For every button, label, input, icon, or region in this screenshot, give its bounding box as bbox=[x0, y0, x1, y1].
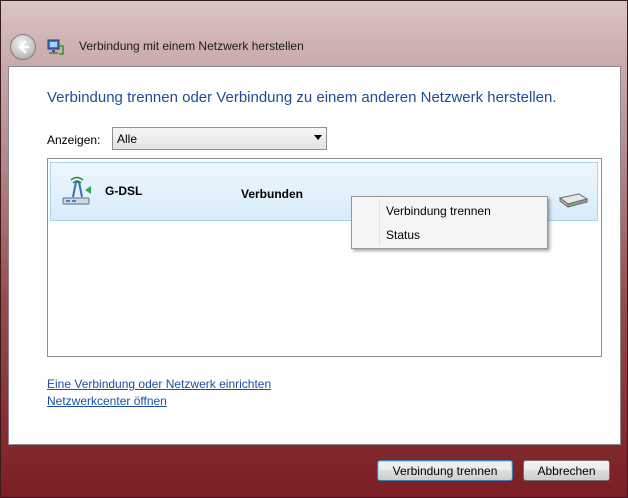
context-menu: Verbindung trennen Status bbox=[351, 196, 548, 249]
title-bar: Verbindung mit einem Netzwerk herstellen bbox=[1, 1, 627, 65]
window-frame: Verbindung mit einem Netzwerk herstellen… bbox=[0, 0, 628, 498]
show-label: Anzeigen: bbox=[47, 133, 101, 147]
modem-icon bbox=[558, 193, 589, 208]
back-button[interactable] bbox=[10, 34, 36, 60]
chevron-down-icon bbox=[314, 135, 322, 140]
context-menu-item-disconnect[interactable]: Verbindung trennen bbox=[386, 204, 491, 218]
content-panel: Verbindung trennen oder Verbindung zu ei… bbox=[8, 66, 621, 445]
setup-connection-link[interactable]: Eine Verbindung oder Netzwerk einrichten bbox=[47, 377, 271, 391]
show-filter-value: Alle bbox=[117, 132, 138, 146]
connection-status: Verbunden bbox=[241, 187, 304, 201]
connection-name: G-DSL bbox=[105, 184, 143, 198]
show-filter-dropdown[interactable]: Alle bbox=[112, 127, 327, 150]
arrow-left-icon bbox=[18, 40, 30, 54]
page-heading: Verbindung trennen oder Verbindung zu ei… bbox=[47, 89, 557, 106]
network-center-link[interactable]: Netzwerkcenter öffnen bbox=[47, 394, 167, 408]
cancel-button[interactable]: Abbrechen bbox=[523, 460, 610, 481]
network-icon bbox=[47, 39, 64, 55]
network-list: G-DSL Verbunden bbox=[47, 158, 602, 357]
dialup-connection-icon bbox=[62, 176, 91, 205]
window-title: Verbindung mit einem Netzwerk herstellen bbox=[79, 39, 304, 53]
context-menu-item-status[interactable]: Status bbox=[386, 228, 420, 242]
disconnect-button[interactable]: Verbindung trennen bbox=[377, 460, 513, 481]
